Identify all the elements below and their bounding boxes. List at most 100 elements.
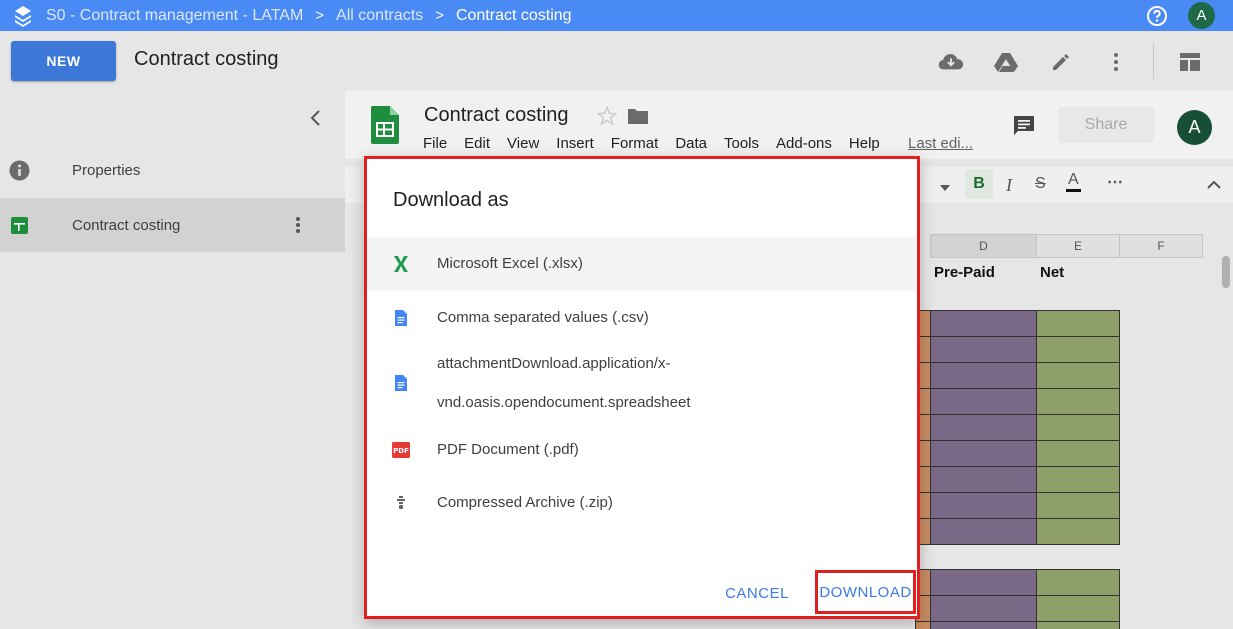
star-icon[interactable] [596, 105, 618, 131]
more-vert-icon[interactable] [1103, 49, 1129, 75]
option-zip[interactable]: Compressed Archive (.zip) [367, 476, 917, 529]
strikethrough-button[interactable]: S [1035, 175, 1046, 193]
cell-prepaid[interactable] [930, 388, 1037, 415]
menu-help[interactable]: Help [849, 135, 880, 152]
cell-prepaid[interactable] [930, 621, 1037, 629]
help-circle-icon[interactable] [1146, 5, 1168, 27]
stacked-layers-logo-icon[interactable] [0, 0, 46, 31]
page-title: Contract costing [134, 48, 279, 70]
breadcrumb-item-contract-management[interactable]: S0 - Contract management - LATAM [46, 7, 303, 25]
menu-file[interactable]: File [423, 135, 447, 152]
cell-net[interactable] [1036, 414, 1120, 441]
cell-net[interactable] [1036, 310, 1120, 337]
pdf-icon: PDF [389, 438, 413, 462]
sheet-title[interactable]: Contract costing [424, 104, 569, 127]
svg-text:PDF: PDF [393, 447, 409, 455]
layout-icon[interactable] [1177, 49, 1203, 75]
document-icon [389, 371, 413, 395]
last-edit-link[interactable]: Last edi... [908, 135, 973, 152]
cell-net[interactable] [1036, 440, 1120, 467]
italic-button[interactable]: I [1006, 175, 1012, 196]
menu-tools[interactable]: Tools [724, 135, 759, 152]
cell-net[interactable] [1036, 518, 1120, 545]
text-color-button[interactable]: A [1066, 171, 1081, 192]
cell-net[interactable] [1036, 336, 1120, 363]
header-cell-net[interactable]: Net [1036, 259, 1064, 285]
info-icon [9, 160, 30, 181]
cell-orange[interactable] [915, 621, 931, 629]
cell-prepaid[interactable] [930, 492, 1037, 519]
sidebar-item-contract-costing[interactable]: Contract costing [0, 198, 345, 252]
document-icon [389, 306, 413, 330]
cell-prepaid[interactable] [930, 466, 1037, 493]
cell-net[interactable] [1036, 466, 1120, 493]
top-bar: S0 - Contract management - LATAM > All c… [0, 0, 1233, 31]
bold-button[interactable]: B [965, 169, 993, 199]
vertical-scrollbar[interactable] [1222, 256, 1230, 288]
zip-icon [389, 491, 413, 515]
breadcrumb: S0 - Contract management - LATAM > All c… [46, 7, 572, 25]
column-header-d[interactable]: D [930, 234, 1037, 258]
comment-icon[interactable] [1012, 115, 1036, 142]
option-ods[interactable]: attachmentDownload.application/x- vnd.oa… [367, 344, 917, 422]
breadcrumb-separator: > [435, 7, 444, 24]
breadcrumb-item-all-contracts[interactable]: All contracts [336, 7, 423, 25]
menu-edit[interactable]: Edit [464, 135, 490, 152]
cloud-download-icon[interactable] [938, 49, 964, 75]
menu-format[interactable]: Format [611, 135, 659, 152]
option-label: attachmentDownload.application/x- vnd.oa… [437, 344, 691, 422]
option-label-line-2: vnd.oasis.opendocument.spreadsheet [437, 394, 691, 411]
option-label: Comma separated values (.csv) [437, 308, 649, 326]
menu-add-ons[interactable]: Add-ons [776, 135, 832, 152]
sheet-header: Contract costing File Edit View Insert F… [345, 91, 1233, 159]
option-pdf[interactable]: PDF PDF Document (.pdf) [367, 423, 917, 476]
sidebar-item-label: Properties [72, 161, 141, 179]
sheets-logo-icon[interactable] [371, 106, 399, 144]
toolbar-divider [1153, 43, 1154, 79]
menu-view[interactable]: View [507, 135, 539, 152]
download-button[interactable]: DOWNLOAD [815, 570, 916, 614]
sheet-menubar: File Edit View Insert Format Data Tools … [423, 135, 897, 152]
column-header-f[interactable]: F [1119, 234, 1203, 258]
cell-net[interactable] [1036, 388, 1120, 415]
column-header-e[interactable]: E [1036, 234, 1120, 258]
cell-prepaid[interactable] [930, 310, 1037, 337]
cell-net[interactable] [1036, 569, 1120, 596]
download-dialog: Download as Microsoft Excel (.xlsx) Comm… [364, 156, 920, 619]
pencil-icon[interactable] [1048, 49, 1074, 75]
header-cell-prepaid[interactable]: Pre-Paid [930, 259, 995, 285]
folder-icon[interactable] [627, 107, 649, 130]
cancel-button[interactable]: CANCEL [714, 576, 800, 610]
chevron-up-icon[interactable] [1207, 177, 1221, 195]
new-button[interactable]: NEW [11, 41, 116, 81]
sheets-icon [9, 215, 30, 236]
more-horiz-icon[interactable]: ⋯ [1107, 172, 1123, 192]
caret-down-icon[interactable] [940, 179, 950, 197]
cell-prepaid[interactable] [930, 362, 1037, 389]
chevron-left-icon[interactable] [306, 108, 326, 128]
cell-prepaid[interactable] [930, 336, 1037, 363]
avatar[interactable]: A [1177, 110, 1212, 145]
cell-net[interactable] [1036, 595, 1120, 622]
menu-insert[interactable]: Insert [556, 135, 594, 152]
more-vert-icon[interactable] [288, 215, 308, 235]
google-drive-icon[interactable] [993, 49, 1019, 75]
cell-prepaid[interactable] [930, 569, 1037, 596]
dialog-title: Download as [393, 189, 509, 211]
cell-prepaid[interactable] [930, 595, 1037, 622]
sidebar: Properties Contract costing [0, 91, 345, 629]
menu-data[interactable]: Data [675, 135, 707, 152]
sidebar-item-properties[interactable]: Properties [0, 143, 345, 197]
cell-net[interactable] [1036, 362, 1120, 389]
cell-prepaid[interactable] [930, 440, 1037, 467]
breadcrumb-item-current: Contract costing [455, 6, 572, 24]
option-xlsx[interactable]: Microsoft Excel (.xlsx) [367, 237, 917, 291]
avatar[interactable]: A [1188, 2, 1215, 29]
option-label: Microsoft Excel (.xlsx) [437, 255, 583, 272]
share-button[interactable]: Share [1058, 107, 1154, 143]
cell-net[interactable] [1036, 621, 1120, 629]
cell-net[interactable] [1036, 492, 1120, 519]
option-csv[interactable]: Comma separated values (.csv) [367, 291, 917, 344]
cell-prepaid[interactable] [930, 414, 1037, 441]
cell-prepaid[interactable] [930, 518, 1037, 545]
